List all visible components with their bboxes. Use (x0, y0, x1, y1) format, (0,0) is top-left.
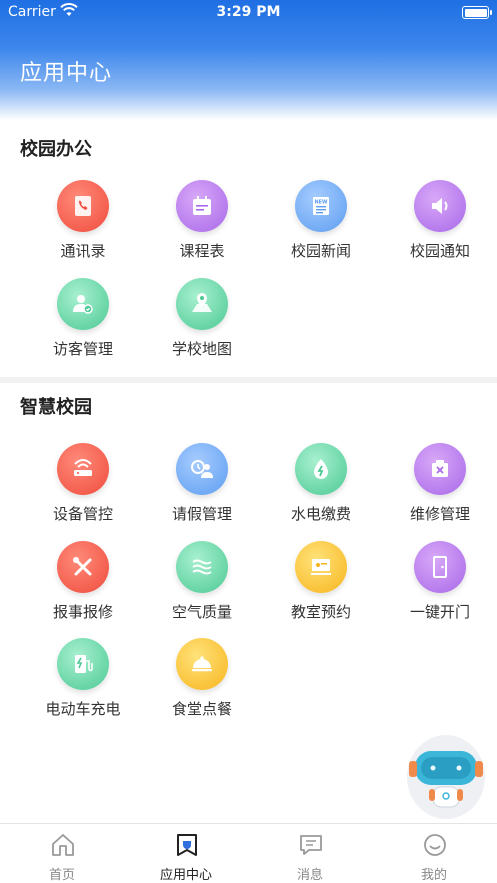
app-label: 食堂点餐 (171, 700, 232, 718)
speaker-icon (414, 180, 466, 232)
utility-icon (295, 443, 347, 495)
repair-box-icon (414, 443, 466, 495)
charger-icon (57, 638, 109, 690)
app-label: 水电缴费 (290, 505, 351, 523)
app-label: 报事报修 (52, 603, 113, 621)
tab-bar: 首页 应用中心 消息 我的 (0, 823, 497, 883)
header: Carrier 3:29 PM 应用中心 (0, 0, 497, 120)
classroom-icon (295, 541, 347, 593)
app-label: 一键开门 (409, 603, 470, 621)
app-ev-charging[interactable]: 电动车充电 (21, 638, 145, 730)
app-visitor[interactable]: 访客管理 (21, 278, 145, 370)
app-notice[interactable]: 校园通知 (378, 180, 497, 272)
app-label: 空气质量 (171, 603, 232, 621)
section-campus-office: 校园办公 通讯录 课程表 NEW 校园新闻 校园通知 访客管理 学校地图 (0, 125, 497, 377)
app-news[interactable]: NEW 校园新闻 (259, 180, 383, 272)
battery-icon (462, 6, 492, 19)
app-label: 通讯录 (60, 242, 106, 260)
app-leave[interactable]: 请假管理 (140, 443, 264, 535)
app-classroom-booking[interactable]: 教室预约 (259, 541, 383, 633)
dining-icon (176, 638, 228, 690)
profile-icon (424, 834, 446, 856)
tab-label: 首页 (48, 868, 75, 883)
app-repair-manage[interactable]: 维修管理 (378, 443, 497, 535)
app-label: 学校地图 (171, 340, 232, 358)
page-title: 应用中心 (20, 61, 113, 86)
message-icon (300, 835, 322, 855)
section-title: 智慧校园 (20, 397, 92, 418)
app-label: 访客管理 (52, 340, 113, 358)
tools-icon (57, 541, 109, 593)
app-label: 电动车充电 (45, 700, 121, 718)
app-label: 校园新闻 (290, 242, 351, 260)
section-title: 校园办公 (20, 139, 92, 160)
router-icon (57, 443, 109, 495)
visitor-icon (57, 278, 109, 330)
app-label: 设备管控 (52, 505, 113, 523)
app-canteen-order[interactable]: 食堂点餐 (140, 638, 264, 730)
robot-assistant-icon[interactable] (407, 735, 485, 819)
door-icon (414, 541, 466, 593)
news-icon: NEW (295, 180, 347, 232)
svg-text:NEW: NEW (314, 200, 328, 206)
app-report-repair[interactable]: 报事报修 (21, 541, 145, 633)
app-map[interactable]: 学校地图 (140, 278, 264, 370)
app-device-control[interactable]: 设备管控 (21, 443, 145, 535)
leave-icon (176, 443, 228, 495)
app-label: 请假管理 (171, 505, 232, 523)
tab-profile[interactable]: 我的 (372, 824, 496, 883)
air-icon (176, 541, 228, 593)
tab-app-center[interactable]: 应用中心 (124, 824, 248, 883)
tab-label: 消息 (296, 868, 323, 883)
schedule-icon (176, 180, 228, 232)
app-contacts[interactable]: 通讯录 (21, 180, 145, 272)
status-bar: Carrier 3:29 PM (0, 0, 497, 26)
app-label: 校园通知 (409, 242, 470, 260)
app-schedule[interactable]: 课程表 (140, 180, 264, 272)
app-label: 教室预约 (290, 603, 351, 621)
app-center-icon (177, 834, 197, 856)
home-icon (52, 834, 74, 856)
app-label: 维修管理 (409, 505, 470, 523)
tab-home[interactable]: 首页 (0, 824, 124, 883)
tab-messages[interactable]: 消息 (248, 824, 372, 883)
tab-label: 我的 (420, 868, 447, 883)
app-air-quality[interactable]: 空气质量 (140, 541, 264, 633)
map-icon (176, 278, 228, 330)
app-utility-pay[interactable]: 水电缴费 (259, 443, 383, 535)
status-time: 3:29 PM (216, 4, 281, 20)
section-smart-campus: 智慧校园 设备管控 请假管理 水电缴费 维修管理 报事报修 空气质量 教室预约 … (0, 383, 497, 723)
contacts-icon (57, 180, 109, 232)
app-label: 课程表 (179, 242, 225, 260)
tab-label: 应用中心 (159, 868, 212, 883)
app-open-door[interactable]: 一键开门 (378, 541, 497, 633)
